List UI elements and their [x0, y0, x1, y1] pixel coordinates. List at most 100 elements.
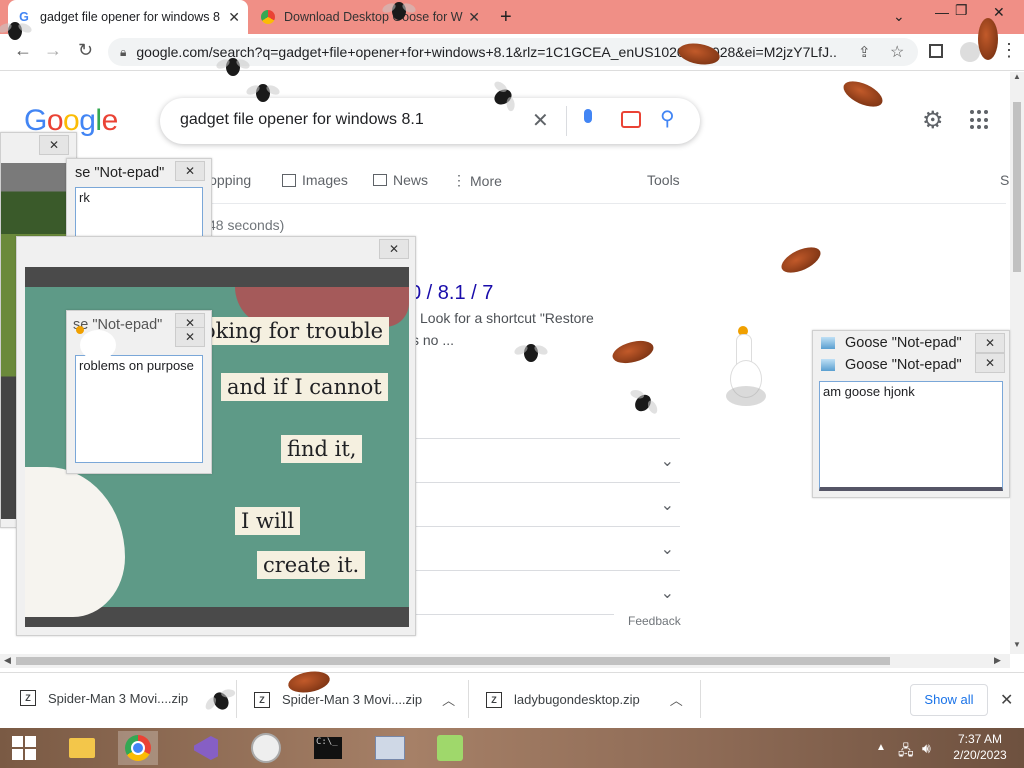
- show-all-button[interactable]: Show all: [910, 684, 988, 716]
- fly-sprite[interactable]: [8, 22, 22, 40]
- forward-icon[interactable]: →: [44, 40, 62, 61]
- volume-icon[interactable]: 🔊︎: [922, 740, 931, 757]
- voice-search-icon[interactable]: [584, 109, 592, 123]
- search-magnifier-icon[interactable]: ⚲: [660, 106, 675, 131]
- lens-camera-icon[interactable]: [621, 111, 641, 128]
- file-explorer-icon[interactable]: [62, 731, 102, 765]
- horizontal-scroll-thumb[interactable]: [16, 657, 890, 665]
- vertical-scrollbar[interactable]: ▲ ▼: [1010, 72, 1024, 654]
- feedback-link[interactable]: Feedback: [628, 614, 681, 628]
- notepad-textarea[interactable]: rk: [75, 187, 203, 237]
- reload-icon[interactable]: ↻: [78, 40, 93, 61]
- people-also-ask-item[interactable]: ⌄: [410, 526, 680, 571]
- profile-avatar[interactable]: [960, 42, 980, 62]
- performance-monitor-icon[interactable]: [370, 731, 410, 765]
- feedback-divider: [410, 614, 614, 615]
- tab-shopping[interactable]: Shopping: [192, 172, 251, 188]
- chevron-up-icon[interactable]: ︿: [670, 690, 683, 709]
- tray-chevron-icon[interactable]: ▲: [876, 742, 886, 753]
- fly-sprite[interactable]: [226, 58, 240, 76]
- download-item[interactable]: Z Spider-Man 3 Movi....zip ︿: [254, 690, 455, 709]
- fly-sprite[interactable]: [631, 391, 655, 415]
- close-icon[interactable]: ✕: [379, 239, 409, 259]
- cockroach-sprite[interactable]: [777, 242, 825, 278]
- notepad-app-icon: [821, 359, 835, 371]
- tab-close-icon[interactable]: ✕: [228, 9, 240, 26]
- tab-news[interactable]: News: [373, 172, 428, 188]
- download-item[interactable]: Z ladybugondesktop.zip ︿: [486, 690, 683, 709]
- result-title[interactable]: 0 / 8.1 / 7: [410, 282, 493, 305]
- people-also-ask-item[interactable]: ⌄: [410, 570, 680, 615]
- windows-start-icon[interactable]: [4, 731, 44, 765]
- search-box[interactable]: gadget file opener for windows 8.1 ✕ ⚲: [160, 98, 700, 144]
- tab-search-chevron-icon[interactable]: ⌄: [893, 8, 905, 25]
- chevron-down-icon: ⌄: [660, 585, 674, 602]
- close-icon[interactable]: ✕: [975, 353, 1005, 373]
- chrome-taskbar-icon[interactable]: [118, 731, 158, 765]
- network-icon[interactable]: 🖧︎: [898, 740, 914, 764]
- restore-icon[interactable]: ❐: [955, 2, 968, 19]
- cockroach-sprite[interactable]: [978, 18, 998, 60]
- cockroach-sprite[interactable]: [839, 76, 887, 112]
- clear-search-icon[interactable]: ✕: [532, 108, 549, 133]
- close-icon[interactable]: ✕: [175, 161, 205, 181]
- close-downloads-icon[interactable]: ✕: [1000, 690, 1013, 710]
- new-tab-button[interactable]: +: [500, 6, 512, 29]
- images-icon: [282, 173, 296, 187]
- bookmark-star-icon[interactable]: ☆: [890, 42, 904, 62]
- goose-sprite[interactable]: [724, 324, 768, 408]
- clock-date: 2/20/2023: [953, 748, 1007, 762]
- horizontal-scrollbar[interactable]: ◀ ▶: [0, 654, 1010, 668]
- goose-notepad-window-right[interactable]: Goose "Not-epad" ✕ Goose "Not-epad" ✕ am…: [812, 330, 1010, 498]
- zip-file-icon: Z: [486, 691, 502, 708]
- safesearch-button[interactable]: S: [1000, 172, 1009, 188]
- close-icon[interactable]: ✕: [175, 327, 205, 347]
- tab-title: gadget file opener for windows 8: [40, 10, 220, 24]
- tab-close-icon[interactable]: ✕: [468, 9, 480, 26]
- notepad-textarea[interactable]: am goose hjonk: [819, 381, 1003, 491]
- back-icon[interactable]: ←: [14, 40, 32, 61]
- close-window-icon[interactable]: ✕: [993, 4, 1005, 21]
- download-filename: ladybugondesktop.zip: [514, 692, 640, 707]
- desktop-goose-icon[interactable]: [430, 731, 470, 765]
- notepad-app-icon: [821, 337, 835, 349]
- chevron-down-icon: ⌄: [660, 541, 674, 558]
- fly-sprite[interactable]: [524, 344, 538, 362]
- clock-app-icon[interactable]: [246, 731, 286, 765]
- close-icon[interactable]: ✕: [975, 333, 1005, 353]
- minimize-icon[interactable]: —: [935, 4, 949, 20]
- cockroach-sprite[interactable]: [610, 336, 656, 368]
- fly-sprite[interactable]: [392, 2, 406, 20]
- notepad-title: se "Not-epad": [75, 165, 165, 181]
- search-query[interactable]: gadget file opener for windows 8.1: [180, 111, 424, 129]
- share-icon[interactable]: ⇪: [858, 43, 871, 61]
- download-item[interactable]: Z Spider-Man 3 Movi....zip: [20, 690, 188, 706]
- chevron-up-icon[interactable]: ︿: [442, 690, 455, 709]
- notepad-textarea[interactable]: roblems on purpose: [75, 355, 203, 463]
- download-filename: Spider-Man 3 Movi....zip: [48, 690, 189, 706]
- chevron-down-icon: ⌄: [660, 453, 674, 470]
- goose-sprite[interactable]: [76, 320, 120, 364]
- tab-desktop-goose[interactable]: Download Desktop Goose for W ✕: [252, 0, 488, 34]
- settings-gear-icon[interactable]: ⚙: [922, 106, 944, 135]
- tab-images[interactable]: Images: [282, 172, 348, 188]
- google-apps-icon[interactable]: [970, 110, 990, 130]
- command-prompt-icon[interactable]: C:\_: [308, 731, 348, 765]
- visual-studio-icon[interactable]: [186, 731, 226, 765]
- meme-line-3: find it,: [281, 435, 363, 463]
- tools-button[interactable]: Tools: [647, 172, 680, 188]
- chevron-down-icon: ⌄: [660, 497, 674, 514]
- people-also-ask-item[interactable]: ⌄: [410, 482, 680, 527]
- url-text: google.com/search?q=gadget+file+opener+f…: [136, 44, 837, 60]
- chrome-favicon-icon: [260, 9, 276, 25]
- vertical-scroll-thumb[interactable]: [1013, 102, 1021, 272]
- people-also-ask-item[interactable]: ⌄: [410, 438, 680, 483]
- chrome-menu-icon[interactable]: ⋮: [1000, 40, 1018, 61]
- taskbar-clock[interactable]: 7:37 AM 2/20/2023: [948, 732, 1012, 762]
- close-icon[interactable]: ✕: [39, 135, 69, 155]
- tab-more[interactable]: ⋮ More: [452, 172, 502, 189]
- tab-google-search[interactable]: G gadget file opener for windows 8 ✕: [8, 0, 248, 34]
- side-panel-icon[interactable]: [929, 44, 943, 58]
- fly-sprite[interactable]: [256, 84, 270, 102]
- result-stats: 48 seconds): [208, 217, 285, 233]
